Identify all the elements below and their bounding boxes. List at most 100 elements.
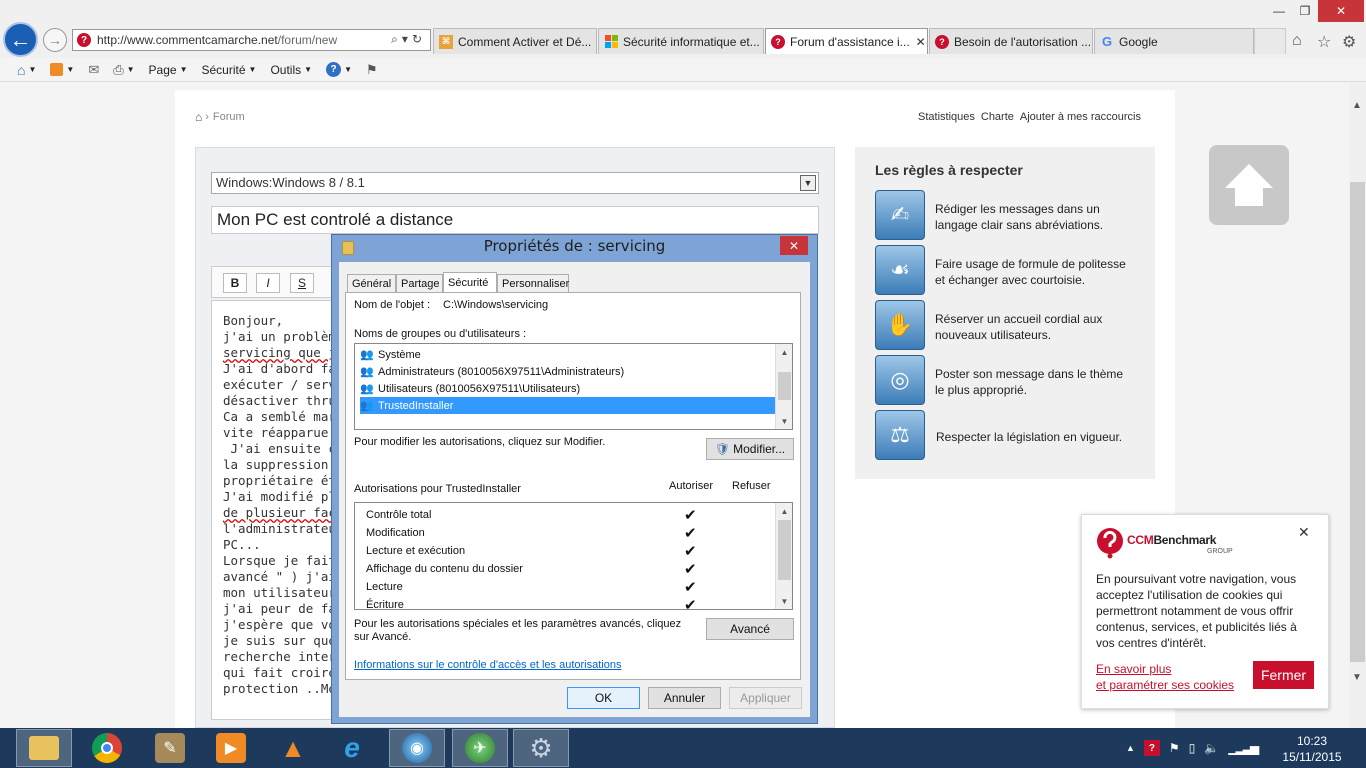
- scrollbar-thumb[interactable]: [778, 372, 791, 400]
- tab-comment-activer[interactable]: ⌘ Comment Activer et Dé...: [433, 28, 597, 54]
- taskbar-clock[interactable]: 10:23 15/11/2015: [1282, 733, 1342, 765]
- close-window-button[interactable]: ✕: [1318, 0, 1364, 22]
- favorites-star-icon[interactable]: ☆: [1317, 32, 1331, 52]
- show-hidden-icons-icon[interactable]: ▲: [1126, 743, 1135, 753]
- taskbar-media-player[interactable]: ▶: [203, 729, 259, 767]
- maximize-button[interactable]: ❐: [1290, 0, 1320, 22]
- tab-securite-informatique[interactable]: Sécurité informatique et...: [598, 28, 764, 54]
- taskbar-internet-explorer[interactable]: e: [324, 729, 380, 767]
- close-tab-icon[interactable]: ✕: [910, 35, 926, 49]
- cookie-settings-link[interactable]: En savoir plus et paramétrer ses cookies: [1096, 661, 1234, 693]
- home-command-button[interactable]: ⌂ ▼: [17, 62, 36, 78]
- dialog-close-button[interactable]: ✕: [780, 236, 808, 255]
- taskbar-chrome[interactable]: [79, 729, 135, 767]
- address-actions[interactable]: ⌕▾↻: [391, 32, 426, 47]
- address-bar[interactable]: ? http://www.commentcamarche.net/forum/n…: [72, 29, 431, 51]
- access-control-link[interactable]: Informations sur le contrôle d'accès et …: [354, 659, 621, 671]
- scrollbar-thumb[interactable]: [778, 520, 791, 580]
- message-line: l'administrateur: [223, 521, 341, 536]
- italic-button[interactable]: I: [256, 273, 280, 293]
- users-listbox[interactable]: 👥 Système 👥 Administrateurs (8010056X97511…: [354, 343, 793, 430]
- tab-besoin-autorisation[interactable]: ? Besoin de l'autorisation ...: [929, 28, 1093, 54]
- ccm-tray-icon[interactable]: ?: [1143, 740, 1160, 756]
- new-tab-button[interactable]: [1254, 28, 1286, 54]
- refresh-icon[interactable]: ↻: [412, 32, 426, 46]
- message-line: avancé " ) j'ai co: [223, 569, 336, 584]
- feeds-command-button[interactable]: ▼: [50, 63, 74, 76]
- dropdown-icon[interactable]: ▾: [402, 32, 412, 46]
- search-icon[interactable]: ⌕: [391, 32, 402, 46]
- tab-general[interactable]: Général: [347, 274, 396, 293]
- stats-link[interactable]: Statistiques: [918, 111, 975, 123]
- ok-button[interactable]: OK: [567, 687, 640, 709]
- network-signal-icon[interactable]: ▁▂▃▅: [1228, 741, 1259, 755]
- page-menu[interactable]: Page ▼: [149, 63, 188, 77]
- scroll-up-arrow-icon[interactable]: ▲: [1352, 100, 1362, 111]
- settings-gear-icon[interactable]: ⚙: [1342, 32, 1356, 52]
- ccm-logo-icon: [1096, 528, 1124, 559]
- print-command-button[interactable]: ⎙ ▼: [113, 62, 134, 78]
- cancel-button[interactable]: Annuler: [648, 687, 721, 709]
- taskbar-app[interactable]: ✎: [142, 729, 198, 767]
- message-textarea[interactable]: Bonjour, j'ai un problème servicing que …: [211, 300, 341, 720]
- taskbar-settings[interactable]: ⚙: [513, 729, 569, 767]
- ccm-tab-icon: ⌘: [439, 34, 453, 49]
- user-row-users[interactable]: 👥 Utilisateurs (8010056X97511\Utilisateur…: [360, 380, 775, 397]
- message-line: vite réapparue.: [223, 425, 336, 440]
- tab-sharing[interactable]: Partage: [396, 274, 443, 293]
- chevron-down-icon[interactable]: ▼: [800, 175, 816, 191]
- cookie-close-icon[interactable]: ✕: [1298, 524, 1310, 541]
- mail-command-button[interactable]: ✉: [88, 62, 99, 78]
- taskbar-app-3[interactable]: ✈: [452, 729, 508, 767]
- modify-button[interactable]: 🛡 Modifier...: [706, 438, 794, 460]
- apply-button[interactable]: Appliquer: [729, 687, 802, 709]
- advanced-button[interactable]: Avancé: [706, 618, 794, 640]
- tools-menu[interactable]: Outils ▼: [270, 63, 312, 77]
- user-row-administrators[interactable]: 👥 Administrateurs (8010056X97511\Administ…: [360, 363, 775, 380]
- scroll-down-arrow-icon[interactable]: ▼: [776, 593, 792, 609]
- check-icon: ✔: [684, 507, 697, 524]
- security-menu[interactable]: Sécurité ▼: [202, 63, 257, 77]
- home-icon[interactable]: ⌂: [1292, 32, 1302, 50]
- address-text[interactable]: http://www.commentcamarche.net/forum/new: [97, 33, 337, 47]
- user-row-trustedinstaller[interactable]: 👥 TrustedInstaller: [360, 397, 775, 414]
- permissions-list: Contrôle total ✔ Modification ✔ Lecture et…: [354, 502, 793, 610]
- scroll-to-top-button[interactable]: [1209, 145, 1289, 225]
- charter-link[interactable]: Charte: [981, 111, 1014, 123]
- tab-google[interactable]: G Google: [1094, 28, 1254, 54]
- tab-security[interactable]: Sécurité: [443, 272, 497, 293]
- back-button[interactable]: ←: [3, 22, 38, 57]
- bold-button[interactable]: B: [223, 273, 247, 293]
- taskbar-explorer[interactable]: [16, 729, 72, 767]
- volume-icon[interactable]: 🔈: [1204, 741, 1219, 755]
- taskbar-app-2[interactable]: ◉: [389, 729, 445, 767]
- battery-icon[interactable]: ▯: [1189, 741, 1196, 755]
- tab-customize[interactable]: Personnaliser: [497, 274, 569, 293]
- tab-forum-assistance[interactable]: ? Forum d'assistance i... ✕: [765, 28, 928, 54]
- help-icon: ?: [326, 62, 342, 77]
- scroll-up-arrow-icon[interactable]: ▲: [776, 503, 792, 519]
- users-list-scrollbar[interactable]: ▲ ▼: [775, 344, 792, 429]
- home-icon[interactable]: ⌂: [195, 110, 202, 124]
- topic-title-input[interactable]: Mon PC est controlé a distance: [211, 206, 819, 234]
- forward-button[interactable]: →: [43, 28, 67, 52]
- scroll-up-arrow-icon[interactable]: ▲: [776, 344, 793, 360]
- user-row-system[interactable]: 👥 Système: [360, 346, 775, 363]
- message-line: de plusieur facon: [223, 505, 341, 520]
- chevron-down-icon: ▼: [248, 65, 257, 74]
- cookie-close-button[interactable]: Fermer: [1253, 661, 1314, 689]
- add-shortcut-link[interactable]: Ajouter à mes raccourcis: [1020, 111, 1141, 123]
- strike-button[interactable]: S: [290, 273, 314, 293]
- action-center-flag-icon[interactable]: ⚑: [1169, 741, 1180, 755]
- address-host: http://www.commentcamarche.net: [97, 33, 278, 47]
- category-select[interactable]: Windows:Windows 8 / 8.1 ▼: [211, 172, 819, 194]
- breadcrumb-forum-link[interactable]: Forum: [213, 111, 245, 123]
- help-menu[interactable]: ? ▼: [326, 62, 352, 77]
- scroll-down-arrow-icon[interactable]: ▼: [1352, 672, 1362, 683]
- scroll-down-arrow-icon[interactable]: ▼: [776, 413, 793, 429]
- permission-row: Modification ✔: [366, 524, 766, 542]
- taskbar-vlc[interactable]: ▲: [265, 729, 321, 767]
- research-command-button[interactable]: ⚑: [366, 62, 378, 78]
- permissions-list-scrollbar[interactable]: ▲ ▼: [775, 503, 792, 609]
- scrollbar-thumb[interactable]: [1350, 182, 1365, 662]
